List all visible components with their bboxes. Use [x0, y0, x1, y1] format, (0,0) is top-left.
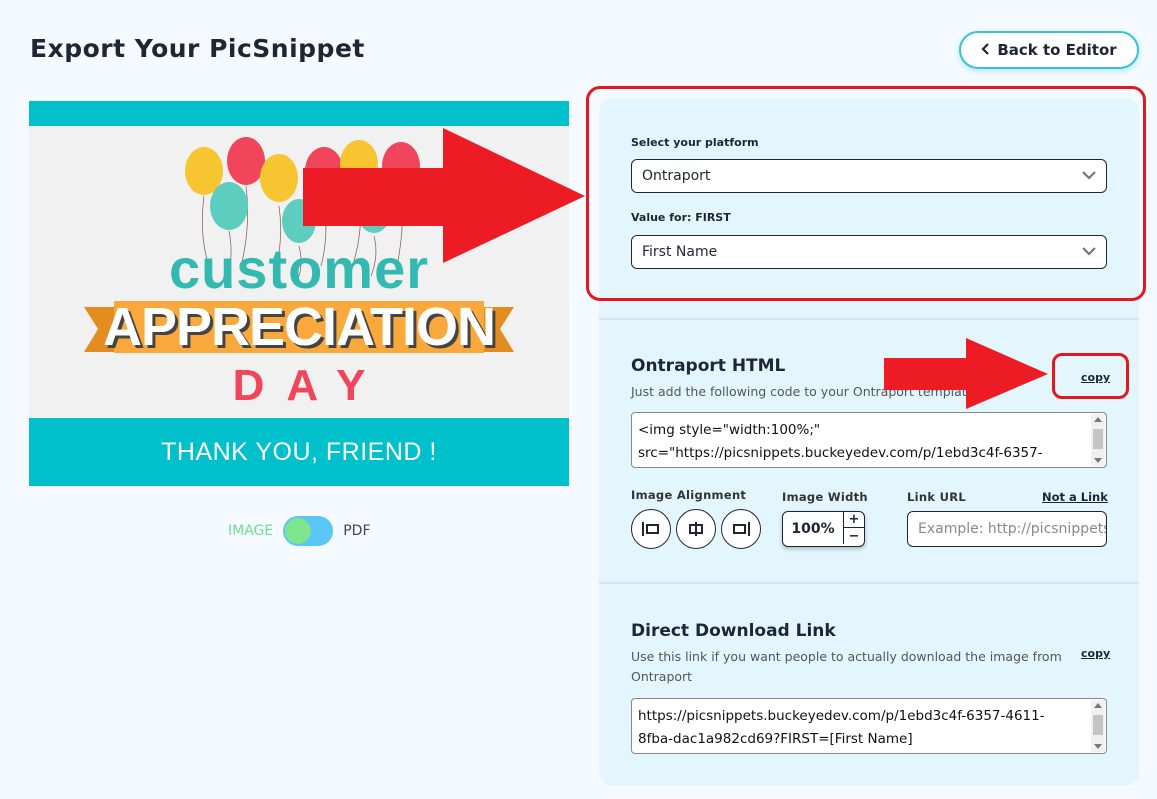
- toggle-label-image[interactable]: IMAGE: [228, 523, 273, 539]
- annotation-arrow-right-large: [303, 128, 585, 263]
- back-to-editor-label: Back to Editor: [997, 41, 1117, 59]
- html-code-textarea[interactable]: <img style="width:100%;" src="https://pi…: [631, 412, 1107, 468]
- image-width-stepper[interactable]: 100% + −: [782, 511, 865, 547]
- download-link-textarea[interactable]: https://picsnippets.buckeyedev.com/p/1eb…: [631, 698, 1107, 754]
- preview-top-band: [29, 101, 569, 126]
- align-right-icon: [733, 522, 750, 536]
- preview-word-appreciation: APPRECIATION: [102, 297, 496, 357]
- link-url-input[interactable]: [907, 511, 1107, 547]
- align-right-button[interactable]: [721, 509, 761, 549]
- annotation-arrow-right-small: [884, 338, 1048, 409]
- download-description-line-1: Use this link if you want people to actu…: [631, 649, 1062, 664]
- html-code-line-1: <img style="width:100%;": [638, 422, 821, 438]
- chevron-left-icon: [981, 41, 991, 59]
- image-width-value[interactable]: 100%: [783, 512, 843, 545]
- section-divider: [599, 318, 1139, 320]
- annotation-highlight-copy: [1052, 353, 1129, 399]
- download-link-line-1: https://picsnippets.buckeyedev.com/p/1eb…: [638, 708, 1045, 724]
- page-title: Export Your PicSnippet: [30, 34, 365, 63]
- section-divider: [599, 582, 1139, 584]
- format-toggle-row: IMAGE PDF: [228, 516, 371, 546]
- align-left-icon: [642, 522, 659, 536]
- preview-bottom-band: THANK YOU, FRIEND !: [29, 418, 569, 486]
- image-width-label: Image Width: [782, 490, 868, 504]
- width-increment-button[interactable]: +: [843, 512, 864, 528]
- align-center-icon: [689, 522, 703, 536]
- code-scrollbar[interactable]: [1091, 414, 1105, 466]
- align-center-button[interactable]: [676, 509, 716, 549]
- html-code-line-2: src="https://picsnippets.buckeyedev.com/…: [638, 445, 1043, 461]
- align-left-button[interactable]: [631, 509, 671, 549]
- preview-thank-you-text: THANK YOU, FRIEND !: [161, 437, 437, 466]
- back-to-editor-button[interactable]: Back to Editor: [959, 31, 1139, 69]
- html-section-title: Ontraport HTML: [631, 356, 786, 376]
- image-pdf-toggle[interactable]: [283, 516, 334, 546]
- download-section-title: Direct Download Link: [631, 621, 836, 641]
- toggle-label-pdf[interactable]: PDF: [343, 523, 370, 539]
- preview-word-day: DAY: [232, 361, 388, 410]
- image-alignment-label: Image Alignment: [631, 488, 747, 502]
- annotation-highlight-platform: [586, 86, 1146, 301]
- copy-download-link[interactable]: copy: [1081, 647, 1110, 660]
- code-scrollbar[interactable]: [1091, 700, 1105, 752]
- download-description-line-2: Ontraport: [631, 669, 693, 684]
- width-decrement-button[interactable]: −: [843, 528, 864, 544]
- not-a-link-toggle[interactable]: Not a Link: [1042, 490, 1108, 504]
- toggle-knob: [285, 518, 312, 544]
- link-url-label: Link URL: [907, 490, 967, 504]
- download-link-line-2: 8fba-dac1a982cd69?FIRST=[First Name]: [638, 731, 913, 747]
